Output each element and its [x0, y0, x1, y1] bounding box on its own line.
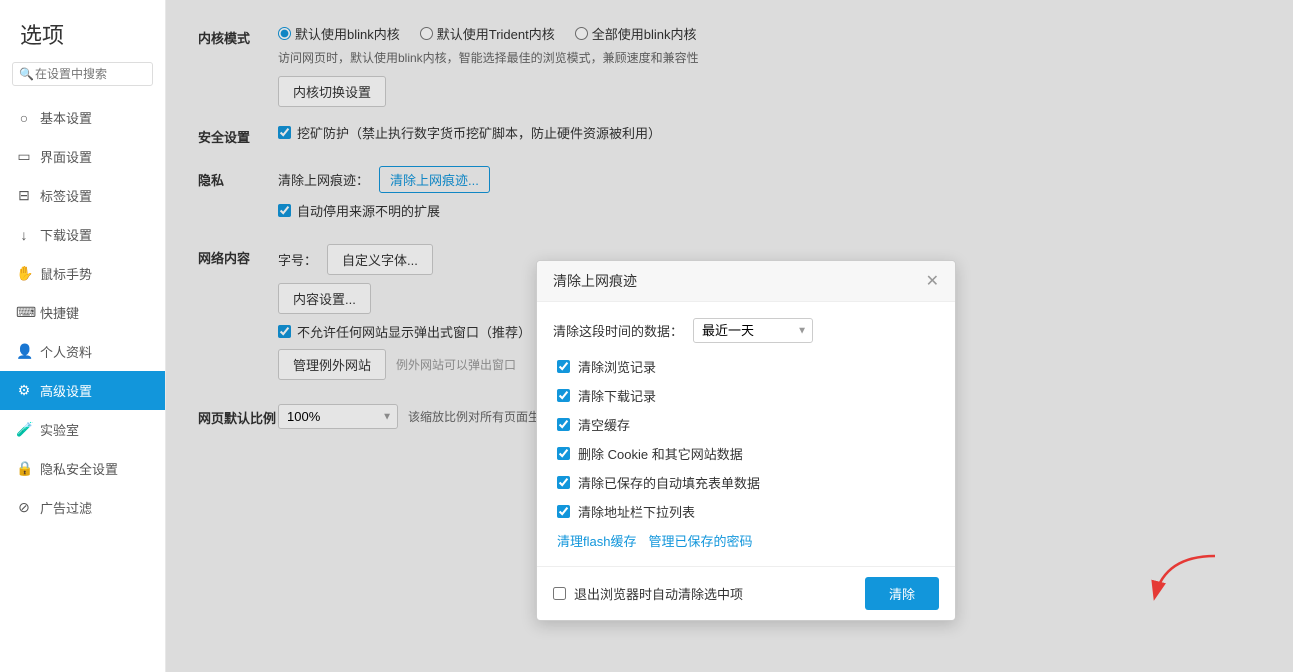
advanced-icon: ⚙ — [16, 382, 32, 399]
sidebar-item-label-shortcut: 快捷键 — [40, 303, 79, 322]
sidebar-item-adblock[interactable]: ⊘ 广告过滤 — [0, 488, 165, 527]
manage-passwords-link[interactable]: 管理已保存的密码 — [648, 531, 752, 550]
sidebar-item-advanced[interactable]: ⚙ 高级设置 — [0, 371, 165, 410]
main-content: 内核模式 默认使用blink内核 默认使用Trident内核 全部使用blink… — [166, 0, 1293, 672]
modal-checkbox-label-0: 清除浏览记录 — [578, 357, 656, 376]
sidebar-item-lab[interactable]: 🧪 实验室 — [0, 410, 165, 449]
modal-checkbox-row-0: 清除浏览记录 — [553, 357, 939, 376]
clear-flash-link[interactable]: 清理flash缓存 — [557, 531, 636, 550]
sidebar-item-label-basic: 基本设置 — [40, 108, 92, 127]
modal-checkbox-0[interactable] — [557, 360, 570, 373]
sidebar-nav: ○ 基本设置 ▭ 界面设置 ⊟ 标签设置 ↓ 下载设置 ✋ 鼠标手势 ⌨ 快捷键 👤 个人资料 ⚙ 高级设置 🧪… — [0, 98, 165, 527]
modal-checkbox-row-2: 清空缓存 — [553, 415, 939, 434]
time-range-row: 清除这段时间的数据： 最近一天 — [553, 318, 939, 343]
modal-body: 清除这段时间的数据： 最近一天 清除浏览记录清除下载记录清空缓存删除 Cooki… — [537, 302, 955, 566]
sidebar-item-mouse[interactable]: ✋ 鼠标手势 — [0, 254, 165, 293]
sidebar-item-label-lab: 实验室 — [40, 420, 79, 439]
modal-checkbox-label-1: 清除下载记录 — [578, 386, 656, 405]
modal-checkbox-4[interactable] — [557, 476, 570, 489]
interface-icon: ▭ — [16, 148, 32, 165]
search-container: 🔍 — [0, 62, 165, 98]
sidebar-item-privacy[interactable]: 🔒 隐私安全设置 — [0, 449, 165, 488]
sidebar-item-label-adblock: 广告过滤 — [40, 498, 92, 517]
modal-checkbox-row-4: 清除已保存的自动填充表单数据 — [553, 473, 939, 492]
modal-checkbox-1[interactable] — [557, 389, 570, 402]
sidebar-item-label-advanced: 高级设置 — [40, 381, 92, 400]
clear-history-modal: 清除上网痕迹 ✕ 清除这段时间的数据： 最近一天 清除浏览记录清除下载记录清空缓… — [536, 260, 956, 621]
sidebar-item-label-profile: 个人资料 — [40, 342, 92, 361]
sidebar-item-interface[interactable]: ▭ 界面设置 — [0, 137, 165, 176]
sidebar-item-label-interface: 界面设置 — [40, 147, 92, 166]
lab-icon: 🧪 — [16, 421, 32, 438]
modal-checkbox-row-1: 清除下载记录 — [553, 386, 939, 405]
tabs-icon: ⊟ — [16, 187, 32, 204]
search-icon: 🔍 — [19, 67, 34, 81]
adblock-icon: ⊘ — [16, 499, 32, 516]
sidebar-item-label-tabs: 标签设置 — [40, 186, 92, 205]
modal-title: 清除上网痕迹 — [553, 271, 637, 291]
sidebar-item-label-privacy: 隐私安全设置 — [40, 459, 118, 478]
modal-header: 清除上网痕迹 ✕ — [537, 261, 955, 302]
modal-checkbox-row-3: 删除 Cookie 和其它网站数据 — [553, 444, 939, 463]
modal-checkbox-label-5: 清除地址栏下拉列表 — [578, 502, 695, 521]
modal-checkbox-label-2: 清空缓存 — [578, 415, 630, 434]
time-range-select[interactable]: 最近一天 — [693, 318, 813, 343]
sidebar-item-download[interactable]: ↓ 下载设置 — [0, 215, 165, 254]
auto-clear-on-exit-checkbox[interactable] — [553, 587, 566, 600]
modal-checkboxes: 清除浏览记录清除下载记录清空缓存删除 Cookie 和其它网站数据清除已保存的自… — [553, 357, 939, 521]
privacy-icon: 🔒 — [16, 460, 32, 477]
modal-footer: 退出浏览器时自动清除选中项 清除 — [537, 566, 955, 620]
time-range-select-wrap: 最近一天 — [693, 318, 813, 343]
profile-icon: 👤 — [16, 343, 32, 360]
sidebar-item-label-download: 下载设置 — [40, 225, 92, 244]
basic-icon: ○ — [16, 110, 32, 126]
arrow-annotation — [1145, 551, 1225, 614]
modal-links: 清理flash缓存 管理已保存的密码 — [553, 531, 939, 550]
modal-checkbox-label-4: 清除已保存的自动填充表单数据 — [578, 473, 760, 492]
sidebar-item-basic[interactable]: ○ 基本设置 — [0, 98, 165, 137]
clear-confirm-button[interactable]: 清除 — [865, 577, 939, 610]
modal-checkbox-5[interactable] — [557, 505, 570, 518]
sidebar-item-shortcut[interactable]: ⌨ 快捷键 — [0, 293, 165, 332]
sidebar-item-profile[interactable]: 👤 个人资料 — [0, 332, 165, 371]
mouse-icon: ✋ — [16, 265, 32, 282]
modal-footer-left: 退出浏览器时自动清除选中项 — [553, 584, 743, 603]
download-icon: ↓ — [16, 227, 32, 243]
page-title: 选项 — [0, 0, 165, 62]
sidebar-item-tabs[interactable]: ⊟ 标签设置 — [0, 176, 165, 215]
sidebar: 选项 🔍 ○ 基本设置 ▭ 界面设置 ⊟ 标签设置 ↓ 下载设置 ✋ 鼠标手势 ⌨ 快捷键 👤 个人资料 ⚙… — [0, 0, 166, 672]
modal-checkbox-3[interactable] — [557, 447, 570, 460]
sidebar-item-label-mouse: 鼠标手势 — [40, 264, 92, 283]
time-range-label: 清除这段时间的数据： — [553, 321, 683, 340]
modal-checkbox-row-5: 清除地址栏下拉列表 — [553, 502, 939, 521]
modal-checkbox-2[interactable] — [557, 418, 570, 431]
modal-close-button[interactable]: ✕ — [926, 271, 939, 291]
modal-checkbox-label-3: 删除 Cookie 和其它网站数据 — [578, 444, 743, 463]
auto-clear-on-exit-label: 退出浏览器时自动清除选中项 — [574, 584, 743, 603]
shortcut-icon: ⌨ — [16, 304, 32, 321]
